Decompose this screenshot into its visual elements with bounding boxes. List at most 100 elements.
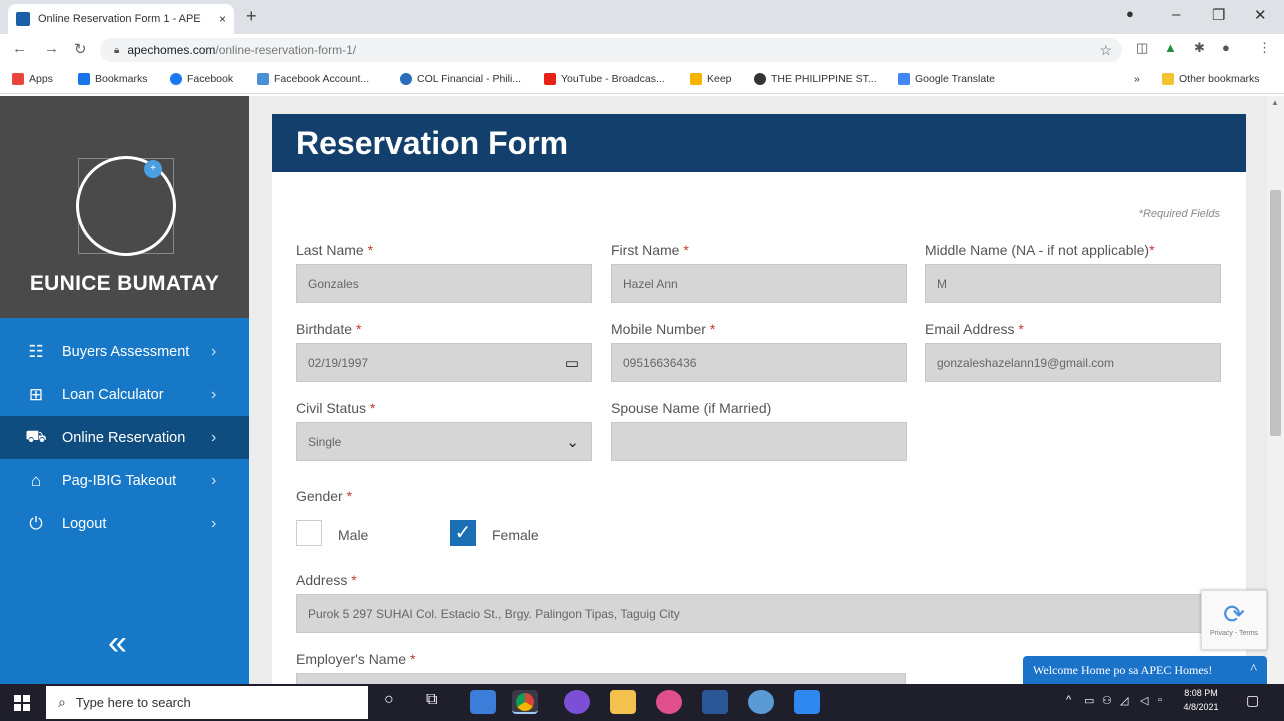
chrome-menu-icon[interactable]: ⋮	[1258, 40, 1271, 56]
chevron-right-icon: ›	[211, 428, 217, 446]
bookmark-facebook[interactable]: Facebook	[170, 73, 233, 85]
calculator-icon: ⊞	[28, 384, 44, 404]
back-arrow-icon[interactable]: ←	[12, 40, 27, 57]
sidebar-item-online-reservation[interactable]: ⛟ Online Reservation ›	[0, 416, 249, 459]
chevron-up-icon[interactable]: ^	[1250, 662, 1257, 678]
extensions-puzzle-icon[interactable]: ✱	[1194, 40, 1205, 56]
other-bookmarks[interactable]: Other bookmarks	[1162, 73, 1260, 85]
scroll-up-arrow-icon[interactable]: ▲	[1271, 98, 1279, 107]
windows-start-icon[interactable]	[14, 695, 30, 711]
gender-male-label[interactable]: Male	[338, 527, 368, 543]
chevron-right-icon: ›	[211, 342, 217, 360]
last-name-field[interactable]: Gonzales	[296, 264, 592, 303]
sidebar-item-pagibig-takeout[interactable]: ⌂ Pag-IBIG Takeout ›	[0, 459, 249, 502]
bookmark-label: Bookmarks	[95, 73, 148, 85]
tray-overflow-icon[interactable]: ^	[1066, 694, 1071, 706]
calendar-icon[interactable]: ▭	[565, 354, 579, 372]
bookmark-youtube[interactable]: YouTube - Broadcas...	[544, 73, 665, 85]
bookmark-apps[interactable]: Apps	[12, 73, 53, 85]
gender-male-checkbox[interactable]	[296, 520, 322, 546]
civil-status-select[interactable]: Single ⌄	[296, 422, 592, 461]
pocket-extension-icon[interactable]: ◫	[1136, 40, 1148, 56]
bookmark-google-translate[interactable]: Google Translate	[898, 73, 995, 85]
bookmark-star-icon[interactable]: ☆	[1099, 42, 1112, 59]
search-icon: ⌕	[58, 694, 66, 710]
facebook-icon	[170, 73, 182, 85]
sidebar-item-logout[interactable]: ⏻ Logout ›	[0, 502, 249, 545]
bookmarks-overflow-button[interactable]: »	[1134, 73, 1140, 85]
image-viewer-icon[interactable]	[794, 690, 820, 714]
notifications-app-icon[interactable]	[656, 690, 682, 714]
photos-app-icon[interactable]	[470, 690, 496, 714]
forward-arrow-icon[interactable]: →	[44, 40, 59, 57]
reservation-form-card: Reservation Form *Required Fields Last N…	[272, 114, 1246, 684]
sidebar-item-buyers-assessment[interactable]: ☷ Buyers Assessment ›	[0, 330, 249, 373]
spouse-name-field[interactable]	[611, 422, 907, 461]
profile-icon[interactable]: ●	[1126, 6, 1134, 21]
volume-icon[interactable]: ◁	[1140, 694, 1148, 707]
bookmark-label: Keep	[707, 73, 732, 85]
cortana-icon[interactable]: ○	[384, 691, 394, 709]
messenger-icon[interactable]	[564, 690, 590, 714]
bird-icon	[257, 73, 269, 85]
bookmark-bookmarks[interactable]: Bookmarks	[78, 73, 148, 85]
bookmark-keep[interactable]: Keep	[690, 73, 732, 85]
bookmark-col-financial[interactable]: COL Financial - Phili...	[400, 73, 521, 85]
field-value: M	[937, 276, 947, 291]
apps-grid-icon	[12, 73, 24, 85]
profile-avatar-icon[interactable]: ●	[1222, 40, 1230, 55]
chrome-taskbar-icon[interactable]	[512, 690, 538, 714]
maximize-button[interactable]: ❐	[1212, 6, 1225, 24]
mobile-number-field[interactable]: 09516636436	[611, 343, 907, 382]
task-view-icon[interactable]: ⧉	[426, 691, 437, 709]
bookmark-label: Other bookmarks	[1179, 73, 1260, 85]
browser-tab[interactable]: Online Reservation Form 1 - APE ×	[8, 4, 234, 34]
employer-name-field[interactable]	[296, 673, 906, 684]
minimize-button[interactable]: –	[1172, 6, 1180, 23]
tab-close-icon[interactable]: ×	[219, 12, 226, 26]
label-text: Birthdate	[296, 321, 353, 337]
action-center-icon[interactable]: ▢	[1246, 692, 1259, 709]
gender-female-checkbox[interactable]: ✓	[450, 520, 476, 546]
label-text: Employer's Name	[296, 651, 407, 667]
browser-tabstrip: Online Reservation Form 1 - APE × + ● – …	[0, 0, 1284, 34]
bookmark-facebook-account[interactable]: Facebook Account...	[257, 73, 369, 85]
wifi-icon[interactable]: ◿	[1120, 694, 1128, 707]
battery-icon[interactable]: ▭	[1084, 694, 1094, 707]
bookmark-philippine-star[interactable]: THE PHILIPPINE ST...	[754, 73, 877, 85]
paint-app-icon[interactable]	[748, 690, 774, 714]
sidebar-item-loan-calculator[interactable]: ⊞ Loan Calculator ›	[0, 373, 249, 416]
middle-name-field[interactable]: M	[925, 264, 1221, 303]
close-window-button[interactable]: ✕	[1254, 6, 1267, 24]
address-field[interactable]: Purok 5 297 SUHAI Col. Estacio St., Brgy…	[296, 594, 1221, 633]
network-icon[interactable]: ⚇	[1102, 694, 1112, 707]
file-explorer-icon[interactable]	[610, 690, 636, 714]
recaptcha-badge[interactable]: ⟳ Privacy - Terms	[1201, 590, 1267, 650]
language-icon[interactable]: ▫	[1158, 694, 1162, 706]
word-icon[interactable]	[702, 690, 728, 714]
required-star: *	[369, 400, 376, 416]
label-text: Middle Name (NA - if not applicable)	[925, 242, 1150, 258]
recaptcha-links[interactable]: Privacy - Terms	[1202, 630, 1266, 637]
new-tab-button[interactable]: +	[246, 6, 257, 27]
gender-female-label[interactable]: Female	[492, 527, 539, 543]
drive-extension-icon[interactable]: ▲	[1164, 40, 1177, 55]
address-bar[interactable]: 🔒︎ apechomes.com/online-reservation-form…	[100, 38, 1122, 62]
scrollbar-thumb[interactable]	[1270, 190, 1281, 436]
avatar-edit-badge[interactable]: +	[144, 160, 162, 178]
label-text: Mobile Number	[611, 321, 706, 337]
first-name-label: First Name *	[611, 242, 689, 258]
taskbar-clock[interactable]: 8:08 PM 4/8/2021	[1176, 686, 1226, 714]
first-name-field[interactable]: Hazel Ann	[611, 264, 907, 303]
bookmark-label: THE PHILIPPINE ST...	[771, 73, 877, 85]
field-value: Purok 5 297 SUHAI Col. Estacio St., Brgy…	[308, 606, 680, 621]
chat-widget-bar[interactable]: Welcome Home po sa APEC Homes! ^	[1023, 656, 1267, 684]
taskbar-search-input[interactable]: ⌕ Type here to search	[46, 686, 368, 719]
reload-icon[interactable]: ↻	[74, 40, 87, 58]
email-field[interactable]: gonzaleshazelann19@gmail.com	[925, 343, 1221, 382]
collapse-sidebar-icon[interactable]: «	[108, 624, 127, 663]
profile-panel: + EUNICE BUMATAY	[0, 96, 249, 318]
birthdate-field[interactable]: 02/19/1997 ▭	[296, 343, 592, 382]
required-star: *	[355, 321, 362, 337]
required-star: *	[409, 651, 416, 667]
